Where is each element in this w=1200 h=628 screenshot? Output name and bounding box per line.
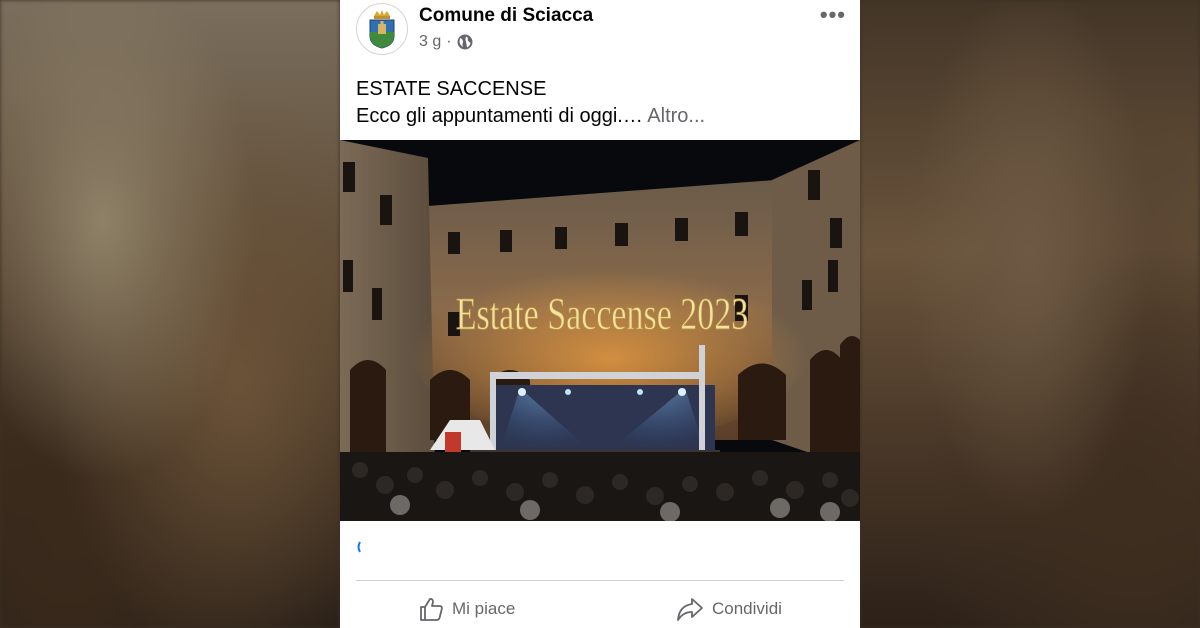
share-arrow-icon bbox=[676, 596, 704, 622]
post-photo[interactable]: Estate Saccense 2023 bbox=[340, 140, 860, 521]
post-timestamp[interactable]: 3 g bbox=[419, 33, 441, 51]
post-options-button[interactable]: ••• bbox=[820, 2, 846, 28]
page-avatar[interactable] bbox=[356, 3, 408, 55]
page-name-link[interactable]: Comune di Sciacca bbox=[419, 5, 593, 27]
actions-divider bbox=[356, 580, 844, 581]
like-button[interactable]: Mi piace bbox=[418, 592, 515, 626]
meta-separator: · bbox=[446, 33, 452, 50]
see-more-link[interactable]: Altro... bbox=[647, 105, 705, 127]
coat-of-arms-icon bbox=[369, 10, 395, 49]
reactions-summary bbox=[356, 540, 844, 556]
post-title: ESTATE SACCENSE bbox=[356, 78, 547, 100]
like-label: Mi piace bbox=[452, 599, 516, 618]
post-meta: 3 g · bbox=[419, 33, 473, 51]
post-text: ESTATE SACCENSE Ecco gli appuntamenti di… bbox=[356, 76, 705, 130]
blurred-background-left bbox=[0, 0, 340, 628]
post-body: Ecco gli appuntamenti di oggi.… bbox=[356, 105, 643, 127]
photo-overlay-text: Estate Saccense 2023 bbox=[456, 288, 749, 339]
facebook-post-card: Comune di Sciacca 3 g · ••• ESTATE SACCE… bbox=[340, 0, 860, 628]
share-button[interactable]: Condividi bbox=[676, 592, 782, 626]
post-body-line: Ecco gli appuntamenti di oggi.… Altro... bbox=[356, 103, 705, 130]
post-header: Comune di Sciacca 3 g · ••• bbox=[340, 0, 860, 62]
thumbs-up-icon bbox=[418, 596, 444, 622]
blurred-background-right bbox=[860, 0, 1200, 628]
share-label: Condividi bbox=[712, 599, 782, 618]
reaction-loading-icon bbox=[357, 541, 361, 553]
globe-icon[interactable] bbox=[457, 34, 473, 50]
